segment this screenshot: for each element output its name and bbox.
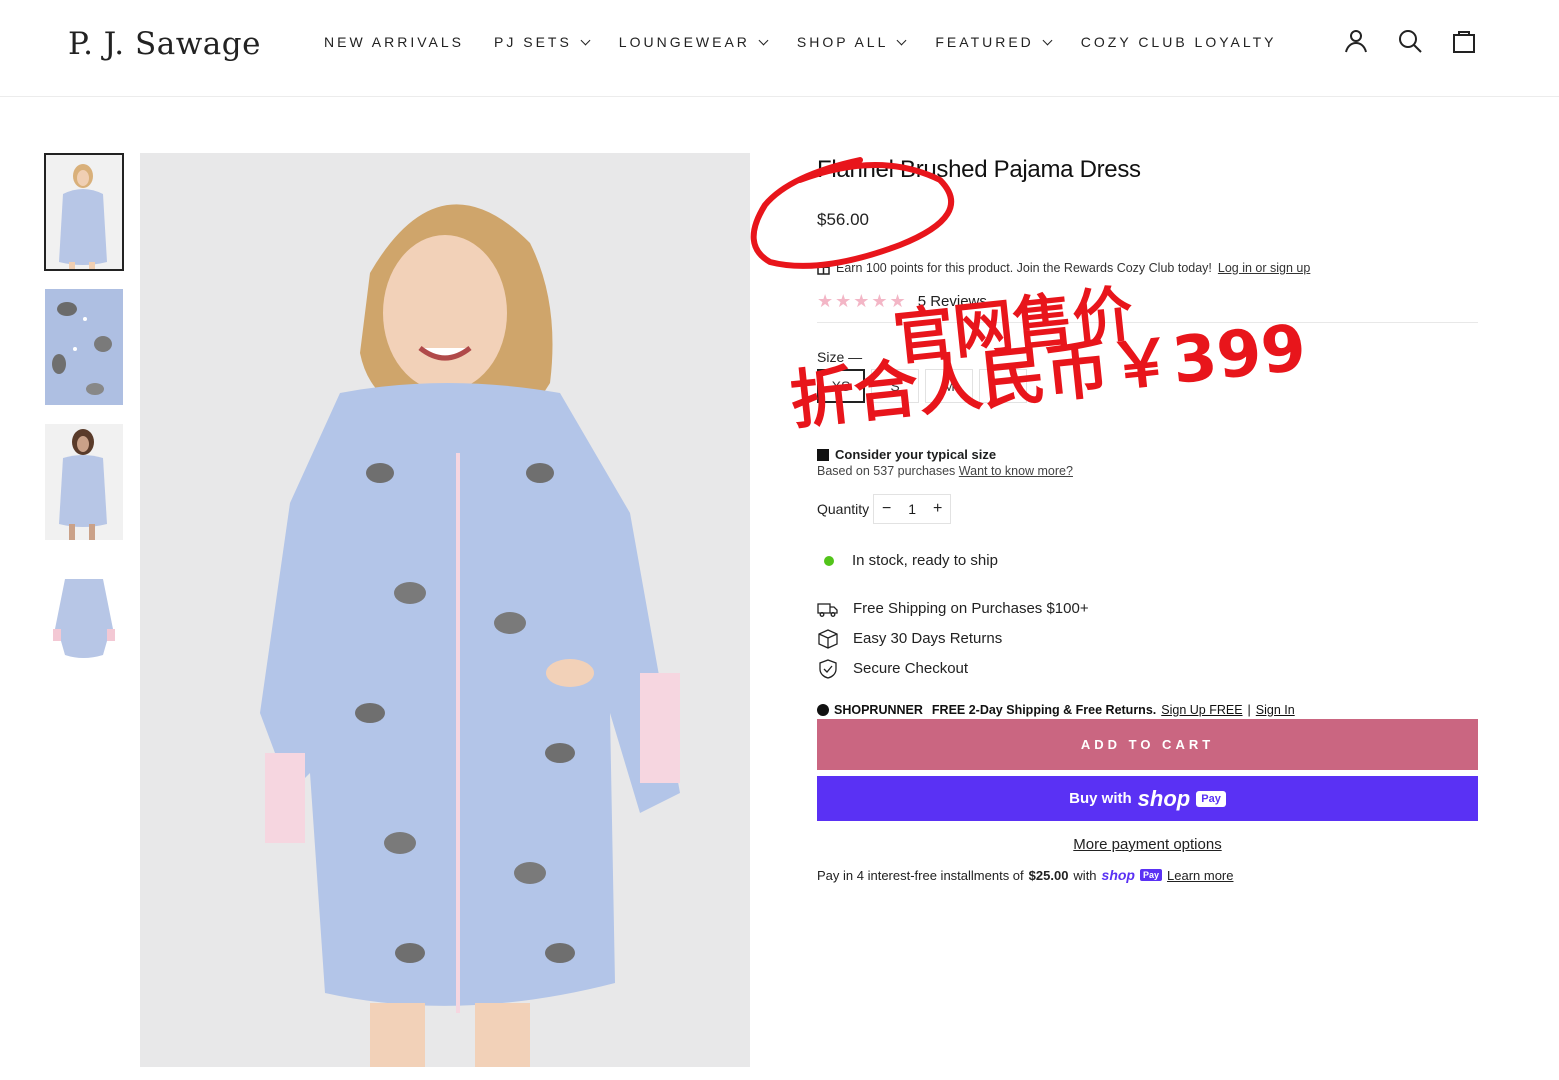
shop-pay-inline-badge: Pay (1140, 869, 1163, 881)
perk-item: Free Shipping on Purchases $100+ (817, 599, 1478, 618)
product-thumbnails (44, 153, 124, 694)
product-thumbnail[interactable] (44, 153, 124, 271)
fit-more-link[interactable]: Want to know more? (959, 464, 1073, 478)
quantity-stepper: − 1 + (873, 494, 952, 524)
brand-logo[interactable]: P. J. Sawage (68, 26, 261, 62)
quantity-decrease-button[interactable]: − (874, 500, 899, 518)
nav-featured[interactable]: FEATURED (935, 32, 1053, 52)
quantity-input[interactable]: 1 (899, 501, 925, 517)
chevron-down-icon (1042, 35, 1053, 45)
installments-amount: $25.00 (1028, 867, 1069, 883)
installments-text: Pay in 4 interest-free installments of (817, 867, 1024, 883)
rating-stars-icon: ★★★★★ (817, 291, 908, 311)
shop-pay-inline-logo: shop (1101, 867, 1135, 883)
nav-new-arrivals[interactable]: NEW ARRIVALS (324, 32, 464, 52)
shield-icon (819, 658, 837, 679)
nav-shop-all[interactable]: SHOP ALL (797, 32, 907, 52)
product-info: Flannel Brushed Pajama Dress $56.00 Earn… (817, 153, 1478, 883)
shoprunner-text: FREE 2-Day Shipping & Free Returns. (931, 703, 1157, 717)
installments-with: with (1073, 867, 1097, 883)
add-to-cart-button[interactable]: ADD TO CART (817, 719, 1478, 770)
model-photo (140, 153, 750, 1067)
product-thumbnail[interactable] (45, 289, 123, 405)
shop-pay-badge: Pay (1196, 790, 1226, 807)
shoprunner-logo-icon (817, 704, 829, 716)
fit-icon (817, 448, 829, 461)
product-reviews[interactable]: ★★★★★ 5 Reviews (817, 291, 1478, 323)
shop-pay-logo: shop (1137, 785, 1191, 811)
fit-advice: Consider your typical size (817, 447, 1478, 462)
box-icon (818, 628, 838, 649)
more-payment-options-link[interactable]: More payment options (817, 836, 1478, 853)
product-thumbnail[interactable] (45, 424, 123, 540)
chevron-down-icon (896, 35, 907, 45)
quantity-label: Quantity (817, 501, 870, 517)
quantity-increase-button[interactable]: + (925, 500, 950, 518)
fit-purchases-text: Based on 537 purchases (817, 464, 956, 478)
rewards-banner: Earn 100 points for this product. Join t… (817, 261, 1478, 275)
perk-item: Secure Checkout (817, 658, 1478, 679)
size-option-s[interactable]: S (871, 369, 919, 403)
header-icons (1344, 28, 1476, 54)
nav-cozy-club[interactable]: COZY CLUB LOYALTY (1081, 32, 1277, 52)
fit-title: Consider your typical size (835, 447, 997, 462)
account-icon[interactable] (1344, 28, 1368, 54)
size-option-l[interactable] (979, 369, 1027, 403)
thumbnail-image (45, 559, 123, 675)
shoprunner-signup-link[interactable]: Sign Up FREE (1161, 703, 1242, 717)
reviews-count[interactable]: 5 Reviews (918, 293, 987, 310)
chevron-down-icon (580, 35, 591, 45)
perk-text: Free Shipping on Purchases $100+ (853, 600, 1089, 617)
thumbnail-image (45, 289, 123, 405)
nav-pj-sets[interactable]: PJ SETS (494, 32, 591, 52)
gift-icon (817, 264, 830, 275)
shop-pay-button[interactable]: Buy with shop Pay (817, 776, 1478, 821)
cart-icon[interactable] (1452, 28, 1476, 54)
thumbnail-image (45, 154, 123, 270)
site-header: P. J. Sawage NEW ARRIVALS PJ SETS LOUNGE… (0, 0, 1559, 97)
truck-icon (817, 602, 838, 617)
main-nav: NEW ARRIVALS PJ SETS LOUNGEWEAR SHOP ALL… (324, 32, 1307, 52)
size-selector: XS S M (817, 369, 1478, 403)
stock-status: In stock, ready to ship (817, 552, 1478, 569)
size-label: Size — (817, 349, 863, 365)
perk-text: Easy 30 Days Returns (853, 630, 1003, 647)
product-title: Flannel Brushed Pajama Dress (817, 156, 1141, 183)
search-icon[interactable] (1398, 28, 1422, 54)
product-perks: Free Shipping on Purchases $100+ Easy 30… (817, 599, 1478, 679)
perk-text: Secure Checkout (853, 660, 969, 677)
chevron-down-icon (758, 35, 769, 45)
perk-item: Easy 30 Days Returns (817, 628, 1478, 649)
rewards-login-link[interactable]: Log in or sign up (1218, 261, 1310, 275)
size-option-m[interactable]: M (925, 369, 973, 403)
thumbnail-image (45, 424, 123, 540)
shoprunner-banner: SHOPRUNNER FREE 2-Day Shipping & Free Re… (817, 703, 1478, 717)
quantity-row: Quantity − 1 + (817, 494, 1478, 524)
shoprunner-brand: SHOPRUNNER (834, 703, 923, 717)
shop-pay-prefix: Buy with (1069, 790, 1132, 807)
fit-subtext: Based on 537 purchases Want to know more… (817, 464, 1478, 478)
rewards-text: Earn 100 points for this product. Join t… (836, 261, 1212, 275)
in-stock-dot-icon (824, 555, 834, 566)
learn-more-link[interactable]: Learn more (1167, 868, 1233, 883)
product-price: $56.00 (817, 210, 869, 229)
size-option-xs[interactable]: XS (817, 369, 865, 403)
shoprunner-signin-link[interactable]: Sign In (1256, 703, 1295, 717)
product-main-image[interactable] (140, 153, 750, 1067)
installments-info: Pay in 4 interest-free installments of $… (817, 867, 1478, 883)
nav-loungewear[interactable]: LOUNGEWEAR (619, 32, 769, 52)
stock-text: In stock, ready to ship (852, 552, 998, 569)
shoprunner-separator: | (1247, 703, 1251, 717)
product-thumbnail[interactable] (45, 559, 123, 675)
